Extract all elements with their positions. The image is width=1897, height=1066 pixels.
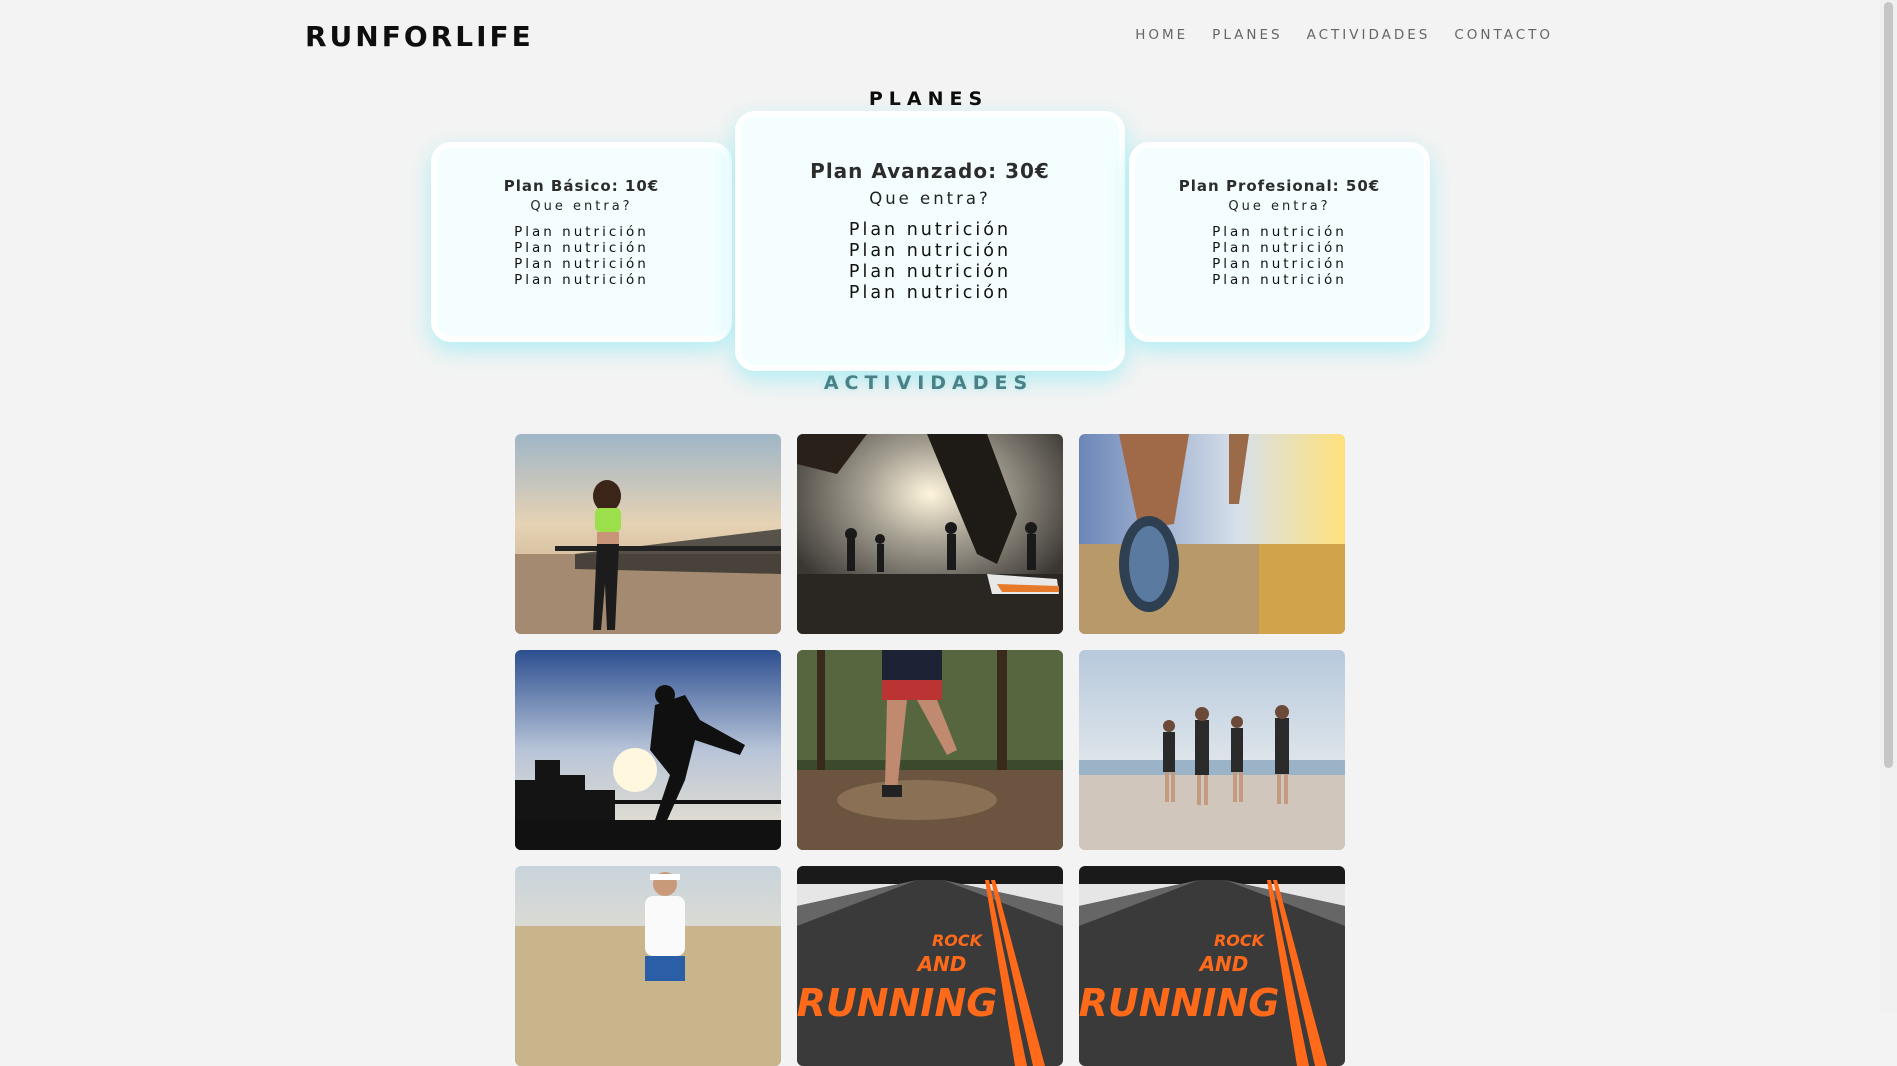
plan-item: Plan nutrición [848, 262, 1012, 282]
plan-title: Plan Básico: 10€ [503, 177, 660, 195]
road-text-running: RUNNING [1079, 981, 1279, 1025]
group-running-seaside-photo[interactable] [1079, 650, 1345, 850]
plan-title: Plan Avanzado: 30€ [810, 159, 1050, 183]
plan-item: Plan nutrición [514, 272, 649, 288]
nav-home[interactable]: HOME [1135, 27, 1188, 43]
plan-item: Plan nutrición [1212, 224, 1347, 240]
plan-item: Plan nutrición [514, 256, 649, 272]
brand-logo[interactable]: RUNFORLIFE [305, 20, 534, 53]
silhouette-runner-city-photo[interactable] [515, 650, 781, 850]
plan-item: Plan nutrición [848, 283, 1012, 303]
road-text-rock: ROCK [1214, 931, 1266, 950]
nav-contacto[interactable]: CONTACTO [1454, 27, 1553, 43]
rock-and-running-road-photo-2[interactable]: ROCK AND RUNNING [1079, 866, 1345, 1066]
plan-subtitle: Que entra? [1228, 199, 1331, 214]
plan-card-professional[interactable]: Plan Profesional: 50€ Que entra? Plan nu… [1129, 142, 1430, 342]
road-text-running: RUNNING [797, 981, 997, 1025]
activities-gallery: ROCK AND RUNNING ROCK AND RUNNING [515, 434, 1345, 1066]
plan-items: Plan nutrición Plan nutrición Plan nutri… [741, 220, 1119, 304]
road-text-rock: ROCK [932, 931, 984, 950]
plan-item: Plan nutrición [1212, 240, 1347, 256]
plan-item: Plan nutrición [514, 240, 649, 256]
running-shoes-closeup-photo[interactable] [1079, 434, 1345, 634]
nav-actividades[interactable]: ACTIVIDADES [1307, 27, 1431, 43]
group-running-sunset-photo[interactable] [797, 434, 1063, 634]
plan-item: Plan nutrición [848, 220, 1012, 240]
rock-and-running-road-photo[interactable]: ROCK AND RUNNING [797, 866, 1063, 1066]
plan-item: Plan nutrición [514, 224, 649, 240]
trail-runner-forest-photo[interactable] [797, 650, 1063, 850]
plan-title: Plan Profesional: 50€ [1178, 177, 1381, 195]
actividades-section-title: ACTIVIDADES [823, 372, 1034, 394]
scrollbar-thumb[interactable] [1884, 2, 1893, 768]
runner-field-photo[interactable] [515, 866, 781, 1066]
page: RUNFORLIFE HOME PLANES ACTIVIDADES CONTA… [0, 0, 1880, 1066]
road-text-and: AND [1198, 952, 1249, 976]
plan-subtitle: Que entra? [869, 189, 991, 208]
plan-subtitle: Que entra? [530, 199, 633, 214]
planes-section-title: PLANES [868, 88, 989, 110]
plan-items: Plan nutrición Plan nutrición Plan nutri… [437, 224, 726, 288]
plan-item: Plan nutrición [1212, 256, 1347, 272]
plan-card-basic[interactable]: Plan Básico: 10€ Que entra? Plan nutrici… [431, 142, 732, 342]
nav-planes[interactable]: PLANES [1212, 27, 1282, 43]
vertical-scrollbar[interactable] [1880, 0, 1897, 1013]
plan-card-advanced[interactable]: Plan Avanzado: 30€ Que entra? Plan nutri… [735, 111, 1125, 371]
main-nav: HOME PLANES ACTIVIDADES CONTACTO [1135, 27, 1553, 43]
road-text-and: AND [916, 952, 967, 976]
plan-item: Plan nutrición [1212, 272, 1347, 288]
plan-items: Plan nutrición Plan nutrición Plan nutri… [1135, 224, 1424, 288]
woman-running-boardwalk-photo[interactable] [515, 434, 781, 634]
plan-item: Plan nutrición [848, 241, 1012, 261]
